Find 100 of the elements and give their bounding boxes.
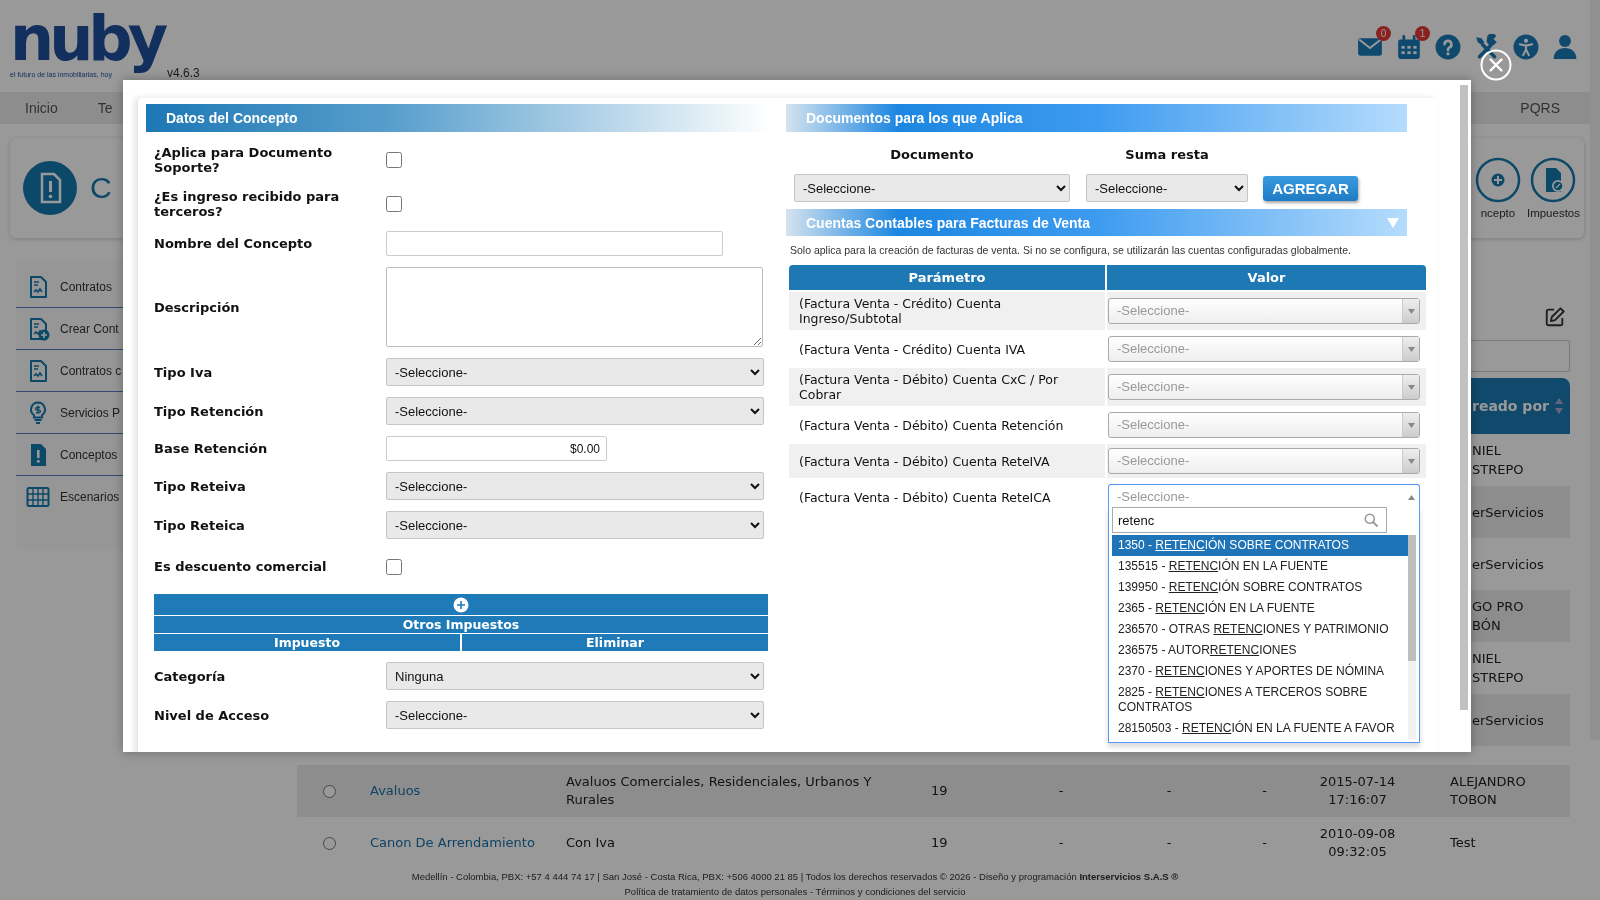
- search-field[interactable]: retenc: [1112, 507, 1387, 533]
- table-cell: erServicios: [1470, 694, 1570, 746]
- select-field[interactable]: -Seleccione-: [386, 358, 764, 386]
- notification-badge: 1: [1415, 26, 1430, 41]
- row-link[interactable]: Avaluos: [370, 782, 566, 800]
- dropdown-option[interactable]: 236575 - AUTORRETENCIONES: [1112, 640, 1409, 661]
- table-cell-text: -: [1057, 834, 1065, 852]
- field-label: ¿Aplica para Documento Soporte?: [154, 144, 334, 175]
- checkbox[interactable]: [386, 195, 402, 212]
- column-label: Documento: [889, 146, 975, 162]
- sidebar-item[interactable]: Escenarios: [60, 489, 120, 504]
- sort-icon[interactable]: [1554, 397, 1564, 415]
- edit-icon[interactable]: [1544, 306, 1566, 328]
- calendar-icon[interactable]: [1396, 34, 1422, 60]
- sidebar-item[interactable]: Conceptos: [60, 447, 118, 462]
- caret-icon: [1407, 458, 1415, 464]
- field-label: Tipo Reteica: [154, 517, 246, 533]
- scrollbar-thumb[interactable]: [1408, 535, 1416, 661]
- field-label: Tipo Retención: [154, 403, 265, 419]
- close-icon[interactable]: [1480, 49, 1512, 81]
- caret-icon: [1407, 494, 1415, 500]
- notification-badge: 0: [1376, 26, 1391, 41]
- select-field[interactable]: -Seleccione-: [386, 701, 764, 729]
- field-label: Base Retención: [154, 441, 269, 456]
- nav-item[interactable]: PQRS: [1520, 100, 1560, 116]
- table-cell: (Factura Venta - Crédito) Cuenta Ingreso/Subtotal: [789, 292, 1105, 330]
- radio-button[interactable]: [323, 836, 336, 850]
- table-cell-text: NIEL STREPO: [1471, 442, 1525, 479]
- field-label: Es descuento comercial: [154, 559, 328, 574]
- dropdown-option[interactable]: 2825 - RETENCIONES A TERCEROS SOBRE CONTRATOS: [1112, 682, 1409, 718]
- section-header[interactable]: Cuentas Contables para Facturas de Venta: [786, 209, 1407, 236]
- select-field[interactable]: -Seleccione-: [1086, 174, 1248, 202]
- table-cell-text: -: [1261, 782, 1268, 800]
- table-cell: (Factura Venta - Débito) Cuenta ReteIVA: [789, 444, 1105, 478]
- version-label: v4.6.3: [167, 66, 200, 80]
- help-icon[interactable]: [1435, 34, 1461, 60]
- column-header: Eliminar: [462, 634, 768, 651]
- table-cell-text: -: [1057, 782, 1065, 800]
- caret-icon: [1407, 346, 1415, 352]
- table-cell-text: NIEL STREPO: [1471, 650, 1525, 687]
- sidebar-item[interactable]: Servicios P: [60, 405, 121, 420]
- select-field[interactable]: Ninguna: [386, 662, 764, 690]
- dropdown-option[interactable]: 139950 - RETENCIÓN SOBRE CONTRATOS: [1112, 577, 1409, 598]
- field-label: Categoría: [154, 668, 227, 684]
- user-icon[interactable]: [1552, 34, 1578, 60]
- row-link[interactable]: Canon De Arrendamiento: [370, 834, 566, 852]
- grid-icon[interactable]: [26, 484, 50, 509]
- table-cell-text: 2010-09-08 09:32:05: [1318, 825, 1397, 861]
- select-field[interactable]: -Seleccione-: [794, 174, 1070, 202]
- add-button[interactable]: AGREGAR: [1263, 175, 1358, 201]
- column-label: Suma resta: [1124, 146, 1210, 162]
- caret-icon: [1407, 308, 1415, 314]
- column-header-label: reado por: [1472, 398, 1549, 414]
- column-header: Impuesto: [154, 634, 460, 651]
- nav-item[interactable]: Inicio: [25, 100, 58, 116]
- scrollbar[interactable]: [1460, 85, 1468, 710]
- nav-item[interactable]: Te: [97, 100, 113, 116]
- radio-button[interactable]: [323, 784, 336, 798]
- table-cell-text: (Factura Venta - Débito) Cuenta ReteICA: [798, 488, 1052, 507]
- column-header: Valor: [1107, 265, 1426, 290]
- sidebar-item[interactable]: Crear Cont: [60, 321, 119, 336]
- page-title: C: [90, 171, 116, 205]
- sidebar-item[interactable]: Contratos: [60, 279, 113, 294]
- dropdown-option[interactable]: 2370 - RETENCIONES Y APORTES DE NÓMINA: [1112, 661, 1409, 682]
- sidebar-item[interactable]: Contratos c: [60, 363, 122, 378]
- table-cell-text: Con Iva: [566, 834, 616, 852]
- column-header[interactable]: reado por: [1470, 378, 1570, 434]
- document-alert-icon: [22, 160, 78, 216]
- table-cell-text: Avaluos Comerciales, Residenciales, Urbanos Y Rurales: [566, 773, 873, 809]
- checkbox[interactable]: [386, 558, 402, 575]
- caret-icon: [1407, 384, 1415, 390]
- select-field[interactable]: -Seleccione-: [386, 511, 764, 539]
- account-select[interactable]: -Seleccione-: [1108, 484, 1420, 510]
- section-title: Cuentas Contables para Facturas de Venta: [806, 214, 1090, 231]
- add-icon[interactable]: [1474, 157, 1521, 203]
- field-label: Nombre del Concepto: [154, 236, 314, 251]
- table-cell-text: ALEJANDRO TOBON: [1449, 773, 1527, 809]
- amount-field[interactable]: $0.00: [386, 436, 607, 461]
- field-label: ¿Es ingreso recibido para terceros?: [154, 188, 341, 219]
- table-cell-text: (Factura Venta - Débito) Cuenta Retención: [798, 416, 1065, 435]
- select-field[interactable]: -Seleccione-: [386, 472, 764, 500]
- table-cell: erServicios: [1470, 486, 1570, 538]
- dropdown-option[interactable]: 2365 - RETENCIÓN EN LA FUENTE: [1112, 598, 1409, 619]
- footer-links[interactable]: Política de tratamiento de datos personales - Términos y condiciones del servicio: [624, 884, 966, 899]
- dropdown-option[interactable]: 28150503 - RETENCIÓN EN LA FUENTE A FAVOR: [1112, 718, 1409, 739]
- dropdown-option[interactable]: 236570 - OTRAS RETENCIONES Y PATRIMONIO: [1112, 619, 1409, 640]
- text-area[interactable]: [386, 267, 763, 347]
- action-label[interactable]: Impuestos: [1526, 207, 1580, 219]
- footer-text: Medellín - Colombia, PBX: +57 4 444 74 17 | San José - Costa Rica, PBX: +506 4000 21 85 | Todos los derechos reservados © 2026 - Diseño y programación Interservicios S.A.S ®: [411, 870, 1179, 884]
- table-cell-text: 19: [930, 782, 949, 800]
- select-field[interactable]: -Seleccione-: [386, 397, 764, 425]
- field-label: Nivel de Acceso: [154, 707, 271, 723]
- dropdown-option[interactable]: 135515 - RETENCIÓN EN LA FUENTE: [1112, 556, 1409, 577]
- checkbox[interactable]: [386, 151, 402, 168]
- text-field[interactable]: [386, 231, 723, 256]
- document-icon[interactable]: [1530, 157, 1577, 203]
- dropdown-option[interactable]: 1350 - RETENCIÓN SOBRE CONTRATOS: [1112, 535, 1409, 556]
- action-label[interactable]: ncepto: [1480, 207, 1516, 219]
- table-cell-text: 19: [930, 834, 949, 852]
- field-label: Descripción: [154, 299, 241, 315]
